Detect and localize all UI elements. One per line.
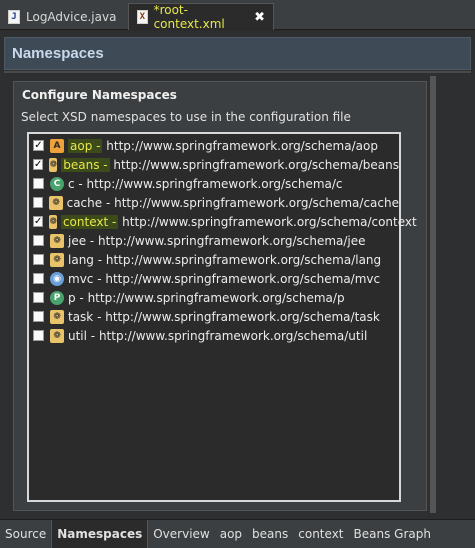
namespace-label: lang - http://www.springframework.org/sc… [68,252,382,267]
section-title: Configure Namespaces [22,88,177,102]
editor-tab-bar: J LogAdvice.java X *root-context.xml ✖ [0,0,475,31]
namespace-label: p - http://www.springframework.org/schem… [68,290,345,305]
namespace-row[interactable]: ✓ ❁ context - http://www.springframework.o… [29,212,417,231]
tab-label: *root-context.xml [153,3,225,31]
namespace-checkbox[interactable] [33,178,44,189]
bottom-tab-context[interactable]: context [293,520,348,548]
page-title: Namespaces [12,45,104,62]
namespace-label: beans - http://www.springframework.org/s… [61,157,399,172]
tab-root-context-xml[interactable]: X *root-context.xml ✖ [128,3,274,31]
bean-icon: ❁ [50,309,64,324]
vertical-scrollbar[interactable] [430,76,436,513]
bean-icon: ❁ [50,233,64,248]
namespace-row[interactable]: ✓ ❁ beans - http://www.springframework.org… [29,155,399,174]
aop-icon: A [50,138,64,153]
namespace-checkbox[interactable] [33,311,44,322]
editor-bottom-tabs: Source Namespaces Overview aop beans context B… [0,519,475,548]
namespace-label: context - http://www.springframework.org… [60,214,417,229]
section-description: Select XSD namespaces to use in the conf… [21,110,351,124]
namespace-row[interactable]: ◉ mvc - http://www.springframework.org/sc… [29,269,399,288]
namespace-checkbox[interactable] [33,197,44,208]
p-icon: P [50,290,64,305]
namespace-checkbox[interactable] [33,235,44,246]
bottom-tab-beans-graph[interactable]: Beans Graph [349,520,436,548]
namespace-row[interactable]: Pp - http://www.springframework.org/sche… [29,288,399,307]
namespace-checkbox[interactable] [33,330,44,341]
page-header: Namespaces [4,37,471,70]
tab-logadvice-java[interactable]: J LogAdvice.java [0,3,128,30]
bean-icon: ❁ [49,195,63,210]
namespace-checkbox[interactable]: ✓ [33,159,44,170]
namespace-label: mvc - http://www.springframework.org/sch… [68,271,381,286]
bottom-tab-aop[interactable]: aop [215,520,247,548]
c-icon: C [50,176,64,191]
namespace-row[interactable]: ❁ cache - http://www.springframework.org/… [29,193,399,212]
mvc-icon: ◉ [50,271,64,286]
namespace-row[interactable]: ❁ jee - http://www.springframework.org/sc… [29,231,399,250]
namespace-checkbox[interactable]: ✓ [33,140,44,151]
namespace-list[interactable]: ✓ Aaop - http://www.springframework.org/s… [27,132,417,502]
namespace-checkbox[interactable] [33,254,44,265]
header-divider [4,71,471,73]
namespace-checkbox[interactable] [33,273,44,284]
close-icon[interactable]: ✖ [254,10,265,25]
bottom-tab-overview[interactable]: Overview [148,520,215,548]
bean-icon: ❁ [50,252,64,267]
namespace-row[interactable]: ✓ Aaop - http://www.springframework.org/s… [29,136,399,155]
namespace-row[interactable]: ❁ util - http://www.springframework.org/s… [29,326,399,345]
namespace-label: aop - http://www.springframework.org/sch… [68,138,378,153]
namespace-label: task - http://www.springframework.org/sc… [68,309,380,324]
configure-namespaces-section: Configure Namespaces Select XSD namespac… [13,81,427,511]
namespace-label: util - http://www.springframework.org/sc… [68,328,368,343]
namespace-row[interactable]: ❁ task - http://www.springframework.org/s… [29,307,399,326]
namespaces-editor: Namespaces Configure Namespaces Select X… [0,31,475,519]
bean-icon: ❁ [50,328,64,343]
bottom-tab-beans[interactable]: beans [247,520,293,548]
bean-icon: ❁ [49,214,57,229]
namespace-checkbox[interactable] [33,292,44,303]
xml-file-icon: X [137,10,148,24]
namespace-row[interactable]: Cc - http://www.springframework.org/sche… [29,174,399,193]
tab-label: LogAdvice.java [26,9,117,24]
bottom-tab-source[interactable]: Source [0,520,51,548]
bottom-tab-namespaces[interactable]: Namespaces [51,520,149,548]
namespace-checkbox[interactable]: ✓ [33,216,44,227]
namespace-label: jee - http://www.springframework.org/sch… [68,233,366,248]
namespace-label: cache - http://www.springframework.org/s… [66,195,399,210]
bean-icon: ❁ [49,157,58,172]
namespace-label: c - http://www.springframework.org/schem… [68,176,343,191]
java-file-icon: J [8,9,20,24]
namespace-row[interactable]: ❁ lang - http://www.springframework.org/s… [29,250,399,269]
